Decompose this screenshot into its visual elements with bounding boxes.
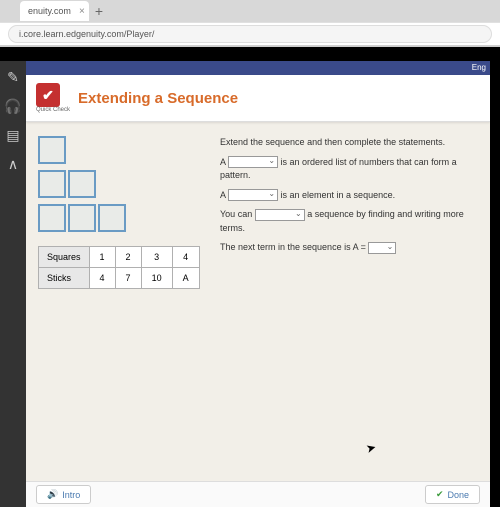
url-text: i.core.learn.edgenuity.com/Player/ <box>19 29 154 39</box>
tab-title: enuity.com <box>28 6 71 16</box>
new-tab-button[interactable]: + <box>95 3 103 19</box>
figure-row-3 <box>38 204 208 232</box>
screen: ✎ 🎧 ▤ ∧ Eng ✔ Quick Check Extending a Se… <box>0 61 490 507</box>
statement-1: A is an ordered list of numbers that can… <box>220 156 478 183</box>
browser-tab[interactable]: enuity.com × <box>20 1 89 21</box>
lesson-body: Squares 1 2 3 4 Sticks 4 7 10 A <box>26 122 490 481</box>
right-column: Extend the sequence and then complete th… <box>220 136 478 467</box>
url-field[interactable]: i.core.learn.edgenuity.com/Player/ <box>8 25 492 43</box>
square <box>38 204 66 232</box>
figure-row-1 <box>38 136 208 164</box>
squares-figure <box>38 136 208 232</box>
row-label: Sticks <box>39 268 90 289</box>
quiz-label: Quick Check <box>36 107 70 113</box>
square <box>68 170 96 198</box>
headphones-icon[interactable]: 🎧 <box>4 98 21 115</box>
table-row: Sticks 4 7 10 A <box>39 268 200 289</box>
dropdown-3[interactable] <box>255 209 305 221</box>
square <box>68 204 96 232</box>
table-row: Squares 1 2 3 4 <box>39 247 200 268</box>
check-icon: ✔ <box>436 489 444 500</box>
dropdown-2[interactable] <box>228 189 278 201</box>
dropdown-1[interactable] <box>228 156 278 168</box>
lesson-title: Extending a Sequence <box>78 90 238 107</box>
cell: 7 <box>115 268 141 289</box>
row-label: Squares <box>39 247 90 268</box>
cell: 4 <box>89 268 115 289</box>
intro-button[interactable]: 🔊 Intro <box>36 485 91 504</box>
left-column: Squares 1 2 3 4 Sticks 4 7 10 A <box>38 136 208 467</box>
monitor-bezel: ✎ 🎧 ▤ ∧ Eng ✔ Quick Check Extending a Se… <box>0 47 500 507</box>
done-button[interactable]: ✔ Done <box>425 485 480 504</box>
cell: 4 <box>172 247 199 268</box>
banner-right: Eng <box>472 63 486 72</box>
cell: 2 <box>115 247 141 268</box>
statement-4: The next term in the sequence is A = <box>220 241 478 255</box>
cell: 1 <box>89 247 115 268</box>
statement-3: You can a sequence by finding and writin… <box>220 208 478 235</box>
statement-2: A is an element in a sequence. <box>220 189 478 203</box>
square <box>38 136 66 164</box>
intro-label: Intro <box>62 490 80 500</box>
intro-text: Extend the sequence and then complete th… <box>220 136 478 150</box>
content-area: Eng ✔ Quick Check Extending a Sequence <box>26 61 490 507</box>
browser-chrome: enuity.com × + i.core.learn.edgenuity.co… <box>0 0 500 47</box>
tab-bar: enuity.com × + <box>0 0 500 22</box>
square <box>98 204 126 232</box>
data-table: Squares 1 2 3 4 Sticks 4 7 10 A <box>38 246 200 289</box>
close-icon[interactable]: × <box>79 6 85 17</box>
done-label: Done <box>447 490 469 500</box>
top-banner: Eng <box>26 61 490 75</box>
url-bar: i.core.learn.edgenuity.com/Player/ <box>0 22 500 46</box>
dropdown-4[interactable] <box>368 242 396 254</box>
pencil-icon[interactable]: ✎ <box>7 69 19 86</box>
notes-icon[interactable]: ▤ <box>6 127 19 144</box>
cell: 3 <box>141 247 172 268</box>
quiz-badge: ✔ Quick Check <box>36 83 70 113</box>
square <box>38 170 66 198</box>
figure-row-2 <box>38 170 208 198</box>
lesson-header: ✔ Quick Check Extending a Sequence <box>26 75 490 122</box>
lesson-footer: 🔊 Intro ✔ Done <box>26 481 490 507</box>
check-icon: ✔ <box>36 83 60 107</box>
cell: 10 <box>141 268 172 289</box>
speaker-icon: 🔊 <box>47 489 58 500</box>
collapse-icon[interactable]: ∧ <box>8 156 18 173</box>
cell: A <box>172 268 199 289</box>
left-toolbar: ✎ 🎧 ▤ ∧ <box>0 61 26 507</box>
